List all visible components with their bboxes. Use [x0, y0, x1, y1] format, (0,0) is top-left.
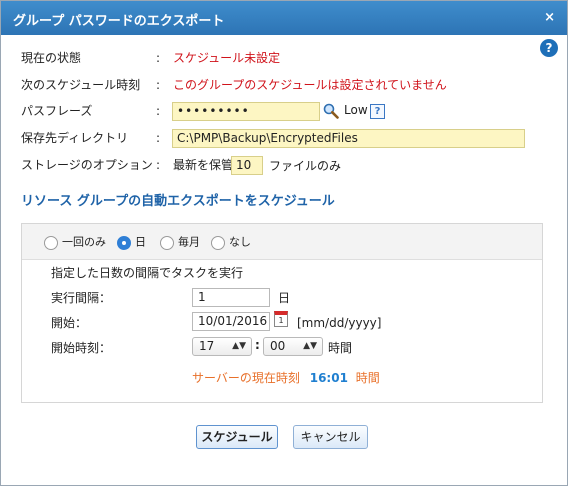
- minute-arrows-icon: ▲▼: [303, 341, 317, 351]
- cancel-button[interactable]: キャンセル: [293, 425, 368, 449]
- radio-daily[interactable]: 日: [117, 234, 146, 250]
- passphrase-help-icon[interactable]: ?: [370, 104, 385, 119]
- radio-monthly[interactable]: 毎月: [160, 234, 200, 250]
- time-separator: :: [255, 338, 260, 352]
- passphrase-input[interactable]: •••••••••: [172, 102, 320, 121]
- interval-input[interactable]: 1: [192, 288, 270, 307]
- minute-value: 00: [270, 339, 286, 353]
- schedule-description: 指定した日数の間隔でタスクを実行: [51, 266, 244, 280]
- radio-daily-label: 日: [135, 235, 146, 249]
- passphrase-colon: :: [156, 104, 161, 118]
- start-date-input[interactable]: 10/01/2016: [192, 312, 270, 331]
- server-time-unit: 時間: [355, 371, 380, 385]
- next-schedule-label: 次のスケジュール時刻: [21, 78, 141, 92]
- close-icon[interactable]: ×: [544, 10, 555, 25]
- passphrase-strength: Low: [344, 103, 368, 117]
- next-schedule-row: 次のスケジュール時刻 : このグループのスケジュールは設定されていません: [21, 76, 541, 94]
- hour-value: 17: [199, 339, 215, 353]
- start-date-format: [mm/dd/yyyy]: [297, 316, 382, 330]
- export-dialog: グループ パスワードのエクスポート × ? 現在の状態 : スケジュール未設定 …: [0, 0, 568, 486]
- passphrase-label: パスフレーズ: [21, 104, 93, 118]
- search-icon[interactable]: [323, 103, 339, 119]
- status-row: 現在の状態 : スケジュール未設定: [21, 49, 541, 67]
- start-time-label: 開始時刻：: [51, 341, 112, 355]
- server-time-row: サーバーの現在時刻 16:01 時間: [192, 369, 380, 387]
- status-colon: :: [156, 51, 161, 65]
- schedule-button[interactable]: スケジュール: [196, 425, 278, 449]
- server-time-label: サーバーの現在時刻: [192, 371, 300, 385]
- section-title: リソース グループの自動エクスポートをスケジュール: [21, 194, 335, 209]
- directory-label: 保存先ディレクトリ: [21, 131, 129, 145]
- storage-colon: :: [156, 158, 161, 172]
- server-time-value: 16:01: [309, 371, 348, 385]
- storage-suffix: ファイルのみ: [269, 159, 342, 173]
- radio-once-dot[interactable]: [44, 235, 58, 250]
- radio-daily-dot[interactable]: [117, 235, 131, 250]
- storage-count-input[interactable]: 10: [231, 156, 263, 175]
- interval-unit: 日: [278, 291, 291, 305]
- radio-none-dot[interactable]: [211, 235, 225, 250]
- status-value: スケジュール未設定: [173, 51, 281, 65]
- schedule-type-bar: 一回のみ 日 毎月 なし: [22, 224, 542, 260]
- radio-once-label: 一回のみ: [62, 235, 106, 249]
- radio-monthly-dot[interactable]: [160, 235, 174, 250]
- interval-label: 実行間隔：: [51, 291, 112, 305]
- calendar-icon[interactable]: 1: [274, 311, 288, 327]
- dialog-titlebar: グループ パスワードのエクスポート ×: [1, 1, 567, 35]
- help-icon[interactable]: ?: [540, 39, 558, 57]
- hour-select[interactable]: 17 ▲▼: [192, 337, 252, 356]
- radio-monthly-label: 毎月: [178, 235, 200, 249]
- radio-none[interactable]: なし: [211, 234, 251, 250]
- minute-select[interactable]: 00 ▲▼: [263, 337, 323, 356]
- directory-colon: :: [156, 131, 161, 145]
- next-schedule-colon: :: [156, 78, 161, 92]
- directory-input[interactable]: C:\PMP\Backup\EncryptedFiles: [172, 129, 525, 148]
- storage-prefix: 最新を保管: [173, 158, 234, 172]
- storage-label: ストレージのオプション: [21, 158, 153, 172]
- start-label: 開始：: [51, 316, 88, 330]
- radio-none-label: なし: [229, 235, 251, 249]
- radio-once[interactable]: 一回のみ: [44, 234, 106, 250]
- next-schedule-value: このグループのスケジュールは設定されていません: [173, 78, 447, 92]
- hour-arrows-icon: ▲▼: [232, 341, 246, 351]
- dialog-title: グループ パスワードのエクスポート: [13, 14, 225, 29]
- start-time-unit: 時間: [328, 341, 353, 355]
- status-label: 現在の状態: [21, 51, 82, 65]
